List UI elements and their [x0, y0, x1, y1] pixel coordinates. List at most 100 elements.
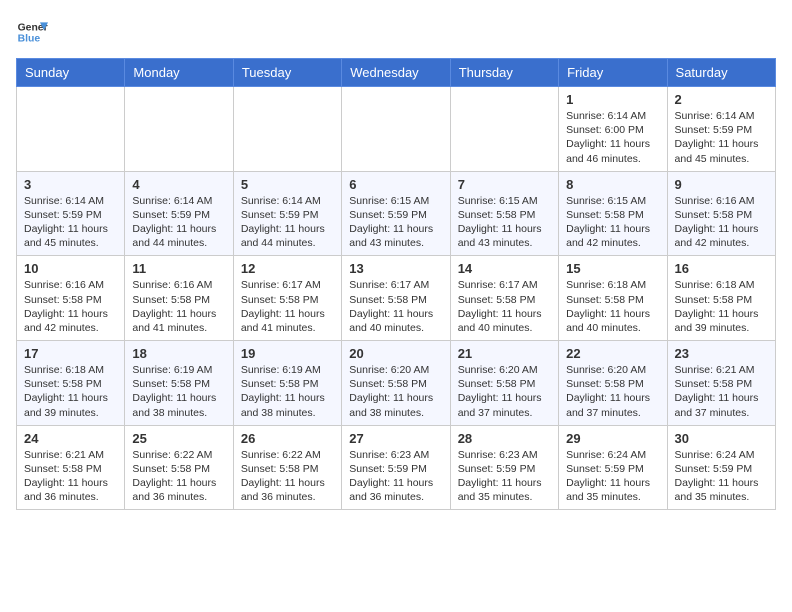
col-header-sunday: Sunday: [17, 59, 125, 87]
day-number: 12: [241, 261, 334, 276]
calendar-cell: 20 Sunrise: 6:20 AM Sunset: 5:58 PM Dayli…: [342, 341, 450, 426]
day-info: Sunrise: 6:15 AM Sunset: 5:58 PM Dayligh…: [566, 194, 659, 251]
day-info: Sunrise: 6:17 AM Sunset: 5:58 PM Dayligh…: [349, 278, 442, 335]
page-header: General Blue: [16, 16, 776, 48]
calendar-cell: 12 Sunrise: 6:17 AM Sunset: 5:58 PM Dayli…: [233, 256, 341, 341]
day-info: Sunrise: 6:14 AM Sunset: 6:00 PM Dayligh…: [566, 109, 659, 166]
col-header-tuesday: Tuesday: [233, 59, 341, 87]
day-info: Sunrise: 6:21 AM Sunset: 5:58 PM Dayligh…: [675, 363, 768, 420]
day-info: Sunrise: 6:16 AM Sunset: 5:58 PM Dayligh…: [132, 278, 225, 335]
calendar-cell: 19Sunrise: 6:19 AM Sunset: 5:58 PM Dayli…: [233, 341, 341, 426]
calendar-cell: 28Sunrise: 6:23 AM Sunset: 5:59 PM Dayli…: [450, 425, 558, 510]
calendar-cell: 2 Sunrise: 6:14 AM Sunset: 5:59 PM Daylig…: [667, 87, 775, 172]
day-info: Sunrise: 6:18 AM Sunset: 5:58 PM Dayligh…: [566, 278, 659, 335]
day-info: Sunrise: 6:15 AM Sunset: 5:59 PM Dayligh…: [349, 194, 442, 251]
day-number: 6: [349, 177, 442, 192]
calendar-table: SundayMondayTuesdayWednesdayThursdayFrid…: [16, 58, 776, 510]
calendar-cell: 23 Sunrise: 6:21 AM Sunset: 5:58 PM Dayli…: [667, 341, 775, 426]
day-info: Sunrise: 6:17 AM Sunset: 5:58 PM Dayligh…: [458, 278, 551, 335]
day-number: 5: [241, 177, 334, 192]
calendar-cell: 27 Sunrise: 6:23 AM Sunset: 5:59 PM Dayli…: [342, 425, 450, 510]
day-info: Sunrise: 6:20 AM Sunset: 5:58 PM Dayligh…: [566, 363, 659, 420]
day-number: 2: [675, 92, 768, 107]
calendar-cell: 11 Sunrise: 6:16 AM Sunset: 5:58 PM Dayli…: [125, 256, 233, 341]
day-number: 30: [675, 431, 768, 446]
calendar-cell: 1 Sunrise: 6:14 AM Sunset: 6:00 PM Daylig…: [559, 87, 667, 172]
day-info: Sunrise: 6:14 AM Sunset: 5:59 PM Dayligh…: [24, 194, 117, 251]
col-header-monday: Monday: [125, 59, 233, 87]
calendar-week-row: 24 Sunrise: 6:21 AM Sunset: 5:58 PM Dayli…: [17, 425, 776, 510]
day-info: Sunrise: 6:20 AM Sunset: 5:58 PM Dayligh…: [349, 363, 442, 420]
calendar-week-row: 3Sunrise: 6:14 AM Sunset: 5:59 PM Daylig…: [17, 171, 776, 256]
day-number: 4: [132, 177, 225, 192]
calendar-cell: 29 Sunrise: 6:24 AM Sunset: 5:59 PM Dayli…: [559, 425, 667, 510]
day-number: 10: [24, 261, 117, 276]
day-number: 18: [132, 346, 225, 361]
day-info: Sunrise: 6:23 AM Sunset: 5:59 PM Dayligh…: [349, 448, 442, 505]
day-number: 27: [349, 431, 442, 446]
calendar-cell: 26 Sunrise: 6:22 AM Sunset: 5:58 PM Dayli…: [233, 425, 341, 510]
calendar-cell: 6 Sunrise: 6:15 AM Sunset: 5:59 PM Daylig…: [342, 171, 450, 256]
day-info: Sunrise: 6:14 AM Sunset: 5:59 PM Dayligh…: [675, 109, 768, 166]
day-info: Sunrise: 6:16 AM Sunset: 5:58 PM Dayligh…: [24, 278, 117, 335]
calendar-week-row: 17Sunrise: 6:18 AM Sunset: 5:58 PM Dayli…: [17, 341, 776, 426]
day-number: 22: [566, 346, 659, 361]
day-number: 9: [675, 177, 768, 192]
day-number: 1: [566, 92, 659, 107]
calendar-cell: 24 Sunrise: 6:21 AM Sunset: 5:58 PM Dayli…: [17, 425, 125, 510]
calendar-cell: 30 Sunrise: 6:24 AM Sunset: 5:59 PM Dayli…: [667, 425, 775, 510]
day-info: Sunrise: 6:22 AM Sunset: 5:58 PM Dayligh…: [241, 448, 334, 505]
calendar-cell: 8 Sunrise: 6:15 AM Sunset: 5:58 PM Daylig…: [559, 171, 667, 256]
calendar-cell: 3Sunrise: 6:14 AM Sunset: 5:59 PM Daylig…: [17, 171, 125, 256]
calendar-cell: [17, 87, 125, 172]
logo-icon: General Blue: [16, 16, 48, 48]
day-number: 24: [24, 431, 117, 446]
day-info: Sunrise: 6:14 AM Sunset: 5:59 PM Dayligh…: [241, 194, 334, 251]
day-number: 20: [349, 346, 442, 361]
calendar-cell: 5 Sunrise: 6:14 AM Sunset: 5:59 PM Daylig…: [233, 171, 341, 256]
calendar-cell: 9 Sunrise: 6:16 AM Sunset: 5:58 PM Daylig…: [667, 171, 775, 256]
day-number: 26: [241, 431, 334, 446]
calendar-cell: [342, 87, 450, 172]
calendar-cell: 15 Sunrise: 6:18 AM Sunset: 5:58 PM Dayli…: [559, 256, 667, 341]
day-number: 13: [349, 261, 442, 276]
day-number: 25: [132, 431, 225, 446]
day-info: Sunrise: 6:24 AM Sunset: 5:59 PM Dayligh…: [566, 448, 659, 505]
day-number: 15: [566, 261, 659, 276]
day-number: 21: [458, 346, 551, 361]
calendar-cell: 4 Sunrise: 6:14 AM Sunset: 5:59 PM Daylig…: [125, 171, 233, 256]
calendar-header-row: SundayMondayTuesdayWednesdayThursdayFrid…: [17, 59, 776, 87]
calendar-cell: 13 Sunrise: 6:17 AM Sunset: 5:58 PM Dayli…: [342, 256, 450, 341]
calendar-cell: [233, 87, 341, 172]
day-info: Sunrise: 6:22 AM Sunset: 5:58 PM Dayligh…: [132, 448, 225, 505]
day-info: Sunrise: 6:17 AM Sunset: 5:58 PM Dayligh…: [241, 278, 334, 335]
calendar-cell: [450, 87, 558, 172]
day-info: Sunrise: 6:23 AM Sunset: 5:59 PM Dayligh…: [458, 448, 551, 505]
svg-text:Blue: Blue: [18, 34, 41, 45]
calendar-cell: 18 Sunrise: 6:19 AM Sunset: 5:58 PM Dayli…: [125, 341, 233, 426]
day-info: Sunrise: 6:21 AM Sunset: 5:58 PM Dayligh…: [24, 448, 117, 505]
logo: General Blue: [16, 16, 48, 48]
calendar-cell: [125, 87, 233, 172]
calendar-cell: 14 Sunrise: 6:17 AM Sunset: 5:58 PM Dayli…: [450, 256, 558, 341]
day-number: 16: [675, 261, 768, 276]
day-number: 8: [566, 177, 659, 192]
day-info: Sunrise: 6:16 AM Sunset: 5:58 PM Dayligh…: [675, 194, 768, 251]
col-header-friday: Friday: [559, 59, 667, 87]
calendar-cell: 21 Sunrise: 6:20 AM Sunset: 5:58 PM Dayli…: [450, 341, 558, 426]
col-header-saturday: Saturday: [667, 59, 775, 87]
day-info: Sunrise: 6:18 AM Sunset: 5:58 PM Dayligh…: [675, 278, 768, 335]
day-number: 23: [675, 346, 768, 361]
day-number: 17: [24, 346, 117, 361]
day-number: 29: [566, 431, 659, 446]
calendar-cell: 7Sunrise: 6:15 AM Sunset: 5:58 PM Daylig…: [450, 171, 558, 256]
day-number: 11: [132, 261, 225, 276]
day-number: 7: [458, 177, 551, 192]
day-number: 14: [458, 261, 551, 276]
calendar-cell: 10 Sunrise: 6:16 AM Sunset: 5:58 PM Dayli…: [17, 256, 125, 341]
day-info: Sunrise: 6:14 AM Sunset: 5:59 PM Dayligh…: [132, 194, 225, 251]
day-info: Sunrise: 6:20 AM Sunset: 5:58 PM Dayligh…: [458, 363, 551, 420]
calendar-week-row: 10 Sunrise: 6:16 AM Sunset: 5:58 PM Dayli…: [17, 256, 776, 341]
day-info: Sunrise: 6:19 AM Sunset: 5:58 PM Dayligh…: [132, 363, 225, 420]
day-info: Sunrise: 6:24 AM Sunset: 5:59 PM Dayligh…: [675, 448, 768, 505]
